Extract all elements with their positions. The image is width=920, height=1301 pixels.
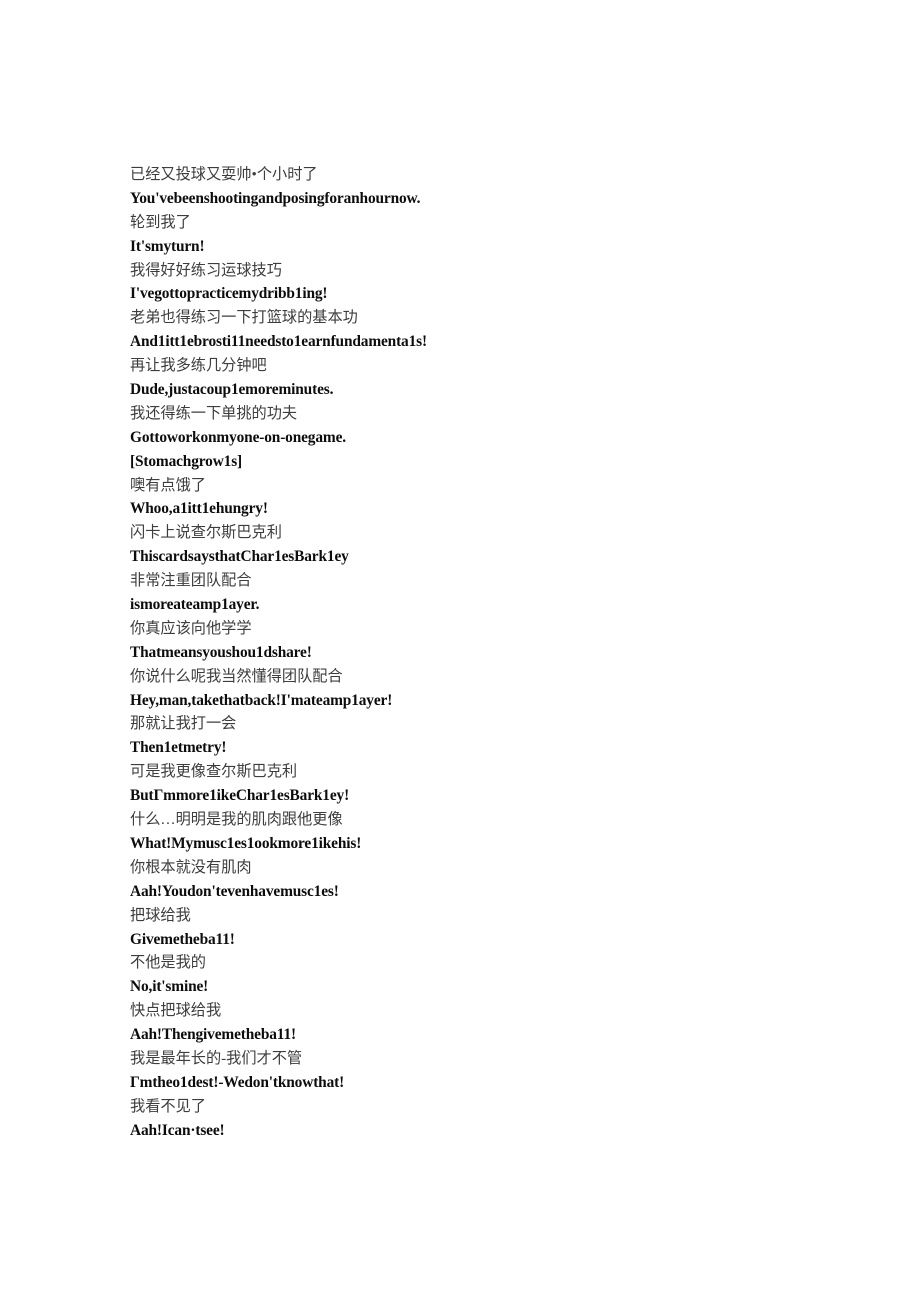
transcript-line: 你说什么呢我当然懂得团队配合 (130, 667, 343, 685)
transcript-page: 已经又投球又耍帅•个小时了 You'vebeenshootingandposing… (0, 0, 920, 1301)
transcript-line: 快点把球给我 (130, 1002, 222, 1020)
transcript-line: 闪卡上说查尔斯巴克利 (130, 524, 282, 542)
transcript-line: I'vegottopracticemydribb1ing! (130, 285, 328, 303)
transcript-line: ismoreateamp1ayer. (130, 596, 260, 614)
transcript-line: 非常注重团队配合 (130, 572, 252, 590)
transcript-line: 已经又投球又耍帅•个小时了 (130, 166, 318, 183)
transcript-line: What!Mymusc1es1ookmore1ikehis! (130, 834, 362, 852)
transcript-line: 我得好好练习运球技巧 (130, 261, 282, 279)
transcript-line: 你真应该向他学学 (130, 619, 252, 637)
transcript-line: ThiscardsaysthatChar1esBark1ey (130, 548, 349, 566)
transcript-line: 轮到我了 (130, 213, 191, 231)
transcript-line: 什么…明明是我的肌肉跟他更像 (130, 811, 343, 829)
transcript-line: 把球给我 (130, 906, 191, 924)
transcript-line: [Stomachgrow1s] (130, 452, 243, 470)
transcript-line: 我看不见了 (130, 1097, 206, 1115)
transcript-line: ButΓmmore1ikeChar1esBark1ey! (130, 787, 350, 805)
transcript-line: 老弟也得练习一下打篮球的基本功 (130, 309, 358, 327)
transcript-line: Whoo,a1itt1ehungry! (130, 500, 268, 518)
transcript-line: 不他是我的 (130, 954, 206, 972)
transcript-line: 再让我多练几分钟吧 (130, 357, 267, 375)
transcript-line: Then1etmetry! (130, 739, 227, 757)
transcript-line: Thatmeansyoushou1dshare! (130, 643, 312, 661)
transcript-line: 你根本就没有肌肉 (130, 858, 252, 876)
transcript-line: Gottoworkonmyone-on-onegame. (130, 428, 346, 446)
transcript-line: Γmtheo1dest!-Wedon'tknowthat! (130, 1073, 345, 1091)
transcript-line: 噢有点饿了 (130, 476, 206, 494)
transcript-line: Aah!Ican·tsee! (130, 1121, 225, 1139)
transcript-line: Dude,justacoup1emoreminutes. (130, 381, 334, 399)
transcript-line: Givemetheba11! (130, 930, 235, 948)
transcript-line: And1itt1ebrosti11needsto1earnfundamenta1… (130, 333, 427, 351)
transcript-line: 我还得练一下单挑的功夫 (130, 404, 298, 422)
transcript-line-list: 已经又投球又耍帅•个小时了 You'vebeenshootingandposing… (130, 163, 830, 1143)
transcript-line: You'vebeenshootingandposingforanhournow. (130, 189, 421, 207)
transcript-line: Aah!Thengivemetheba11! (130, 1026, 296, 1044)
transcript-line: Aah!Youdon'tevenhavemusc1es! (130, 882, 339, 900)
transcript-line: 可是我更像查尔斯巴克利 (130, 763, 298, 781)
transcript-line: It'smyturn! (130, 237, 205, 255)
transcript-line: 那就让我打一会 (130, 715, 237, 733)
transcript-line: Hey,man,takethatback!I'mateamp1ayer! (130, 691, 393, 709)
transcript-line: 我是最年长的-我们才不管 (130, 1049, 303, 1067)
transcript-line: No,it'smine! (130, 978, 209, 996)
